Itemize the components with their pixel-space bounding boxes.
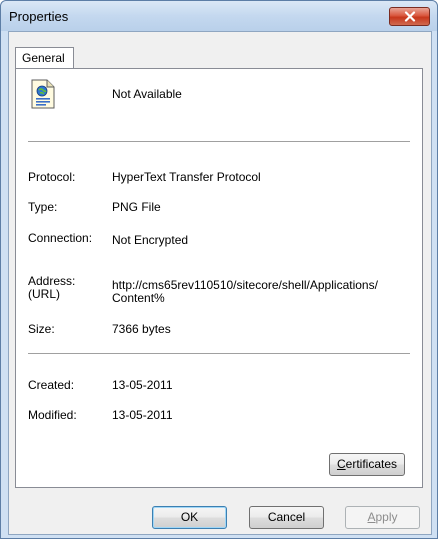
certificates-button[interactable]: Certificates [329, 453, 405, 476]
address-label: Address: [28, 274, 76, 288]
connection-value: Not Encrypted [112, 233, 189, 247]
cancel-button[interactable]: Cancel [249, 506, 324, 529]
protocol-label: Protocol: [28, 170, 76, 184]
modified-label: Modified: [28, 408, 77, 422]
protocol-value: HyperText Transfer Protocol [112, 170, 261, 184]
web-document-icon [31, 79, 55, 109]
general-panel: Not Available Protocol: HyperText Transf… [15, 68, 423, 488]
address-value-line-1: http://cms65rev110510/sitecore/shell/App… [112, 278, 378, 292]
ok-button[interactable]: OK [152, 506, 227, 529]
modified-value: 13-05-2011 [112, 408, 173, 422]
tab-general-label: General [22, 51, 65, 65]
separator [28, 141, 410, 143]
dialog-client-area: General Not Available Protocol: HyperTex… [8, 31, 432, 535]
type-label: Type: [28, 200, 58, 214]
properties-window: Properties General Not Available Protoco… [0, 0, 438, 539]
type-value: PNG File [112, 200, 161, 214]
apply-button[interactable]: Apply [345, 506, 420, 529]
created-label: Created: [28, 378, 75, 392]
size-value: 7366 bytes [112, 322, 171, 336]
connection-label: Connection: [28, 231, 93, 245]
address-url-label: (URL) [28, 287, 60, 301]
certificates-accesskey: C [336, 457, 346, 471]
close-button[interactable] [389, 7, 430, 26]
size-label: Size: [28, 322, 55, 336]
ok-label: OK [180, 510, 199, 524]
separator [28, 353, 410, 355]
apply-label: pply [375, 510, 398, 524]
address-value-line-2: Content% [112, 291, 165, 305]
title-bar[interactable]: Properties [1, 1, 437, 31]
file-name-value: Not Available [112, 87, 182, 101]
apply-accesskey: A [367, 510, 376, 524]
cancel-label: Cancel [267, 510, 306, 524]
tab-general[interactable]: General [15, 47, 74, 68]
close-icon [404, 11, 415, 22]
created-value: 13-05-2011 [112, 378, 173, 392]
window-title: Properties [9, 9, 69, 24]
certificates-label: ertificates [345, 457, 398, 471]
